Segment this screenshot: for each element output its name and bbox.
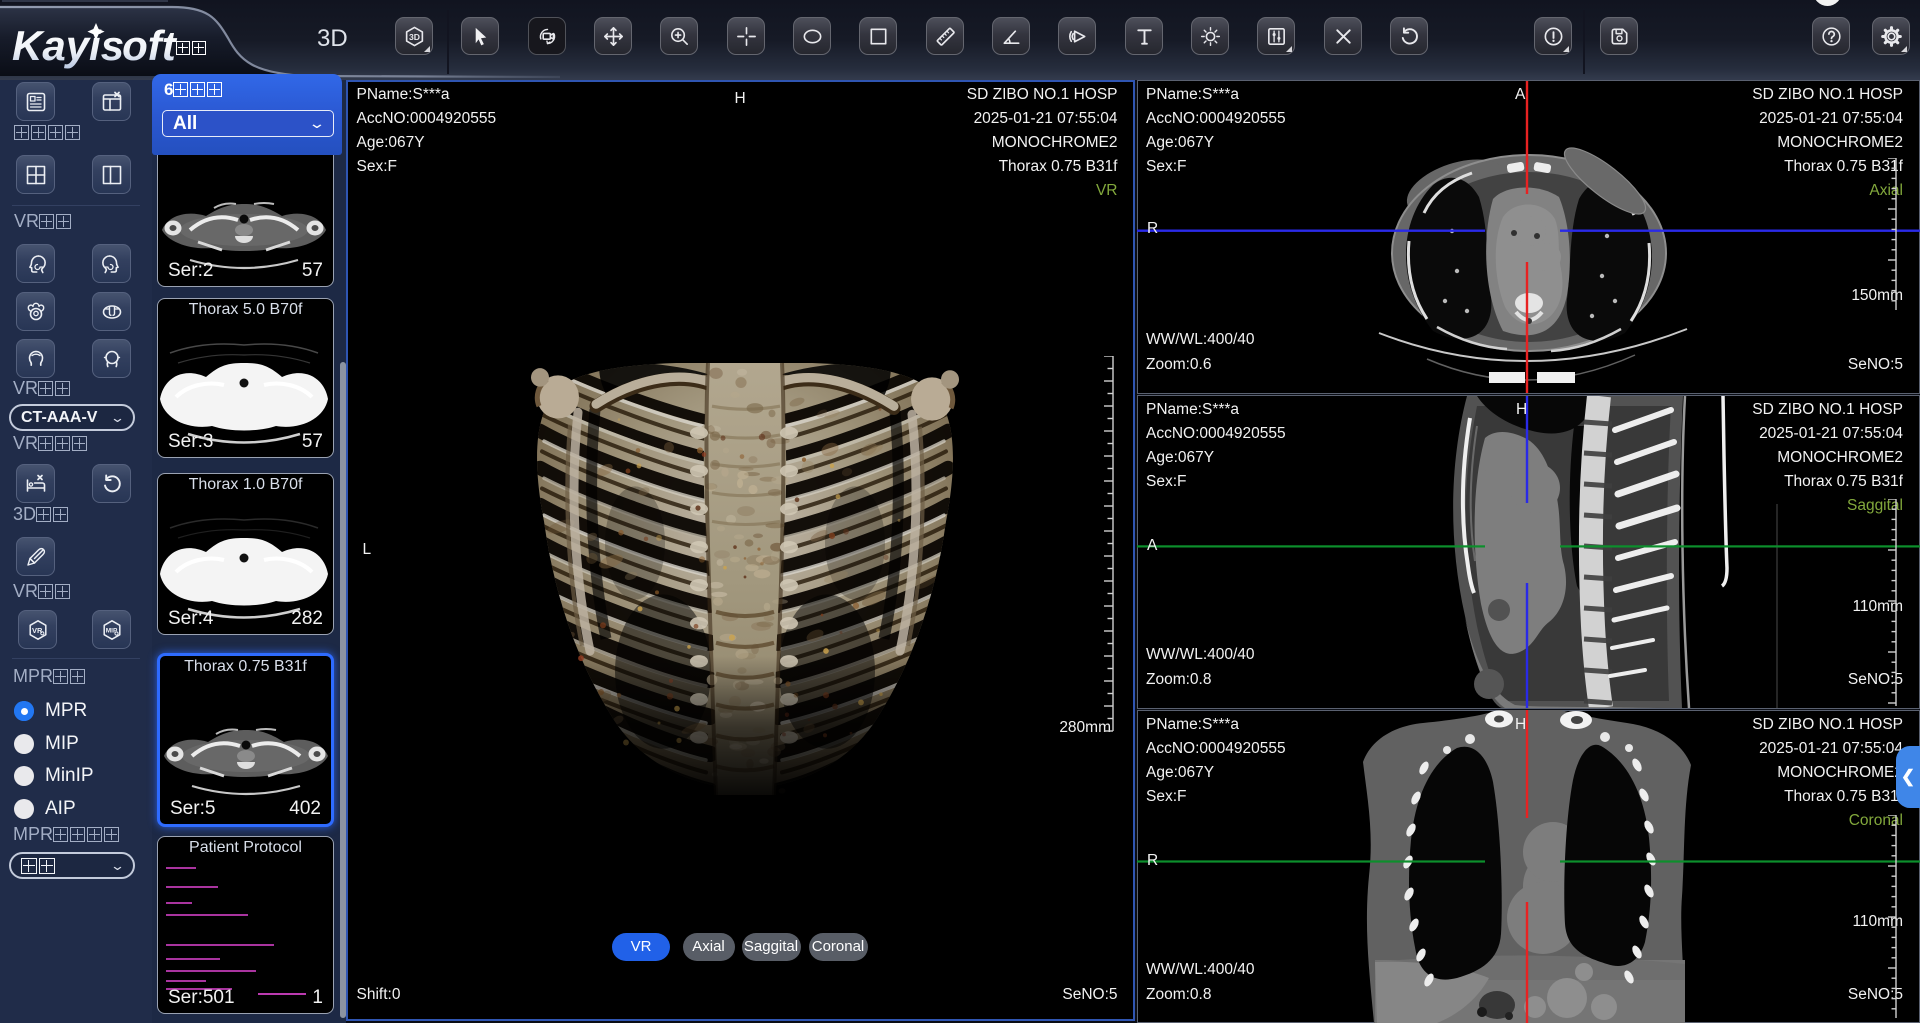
svg-text:VR: VR — [31, 625, 42, 634]
svg-text:3D: 3D — [408, 31, 419, 41]
svg-text:MIP: MIP — [105, 627, 117, 634]
